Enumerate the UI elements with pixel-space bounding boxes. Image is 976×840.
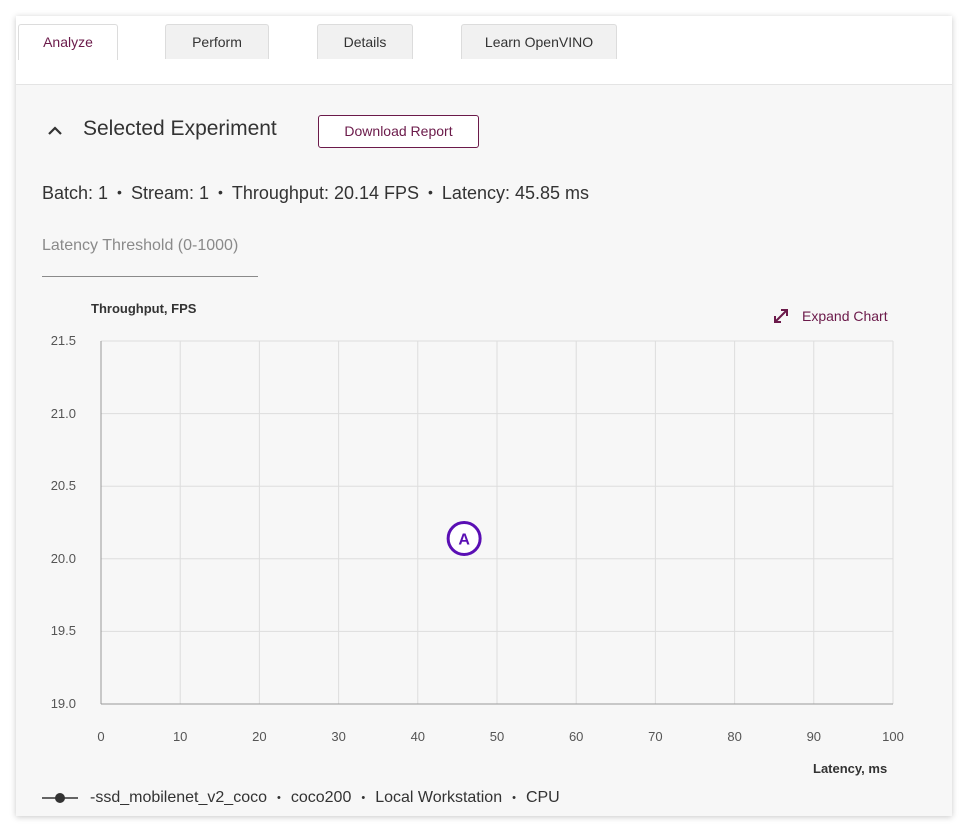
x-tick-label: 80 bbox=[727, 729, 742, 744]
x-tick-label: 50 bbox=[489, 729, 505, 744]
x-tick-label: 20 bbox=[252, 729, 267, 744]
y-tick-label: 21.0 bbox=[50, 405, 76, 421]
y-tick-label: 19.0 bbox=[50, 696, 76, 711]
y-tick-label: 21.5 bbox=[50, 333, 76, 348]
legend-target: Local Workstation bbox=[375, 789, 503, 806]
tab-bar: Analyze Perform Details Learn OpenVINO bbox=[16, 16, 952, 61]
x-tick-label: 0 bbox=[97, 729, 105, 744]
legend-dataset: coco200 bbox=[290, 789, 352, 806]
legend-separator: • bbox=[361, 792, 366, 804]
tab-learn-openvino[interactable]: Learn OpenVINO bbox=[461, 24, 617, 59]
x-tick-label: 90 bbox=[806, 729, 822, 744]
legend-line-marker-icon bbox=[42, 793, 78, 803]
tab-content-header bbox=[16, 60, 952, 85]
legend-model: ssd_mobilenet_v2_coco bbox=[95, 789, 267, 806]
x-tick-label: 30 bbox=[331, 729, 346, 744]
experiment-panel: Selected Experiment Download Report Batc… bbox=[16, 85, 952, 816]
chart-legend: - ssd_mobilenet_v2_coco • coco200 • Loca… bbox=[42, 787, 560, 809]
x-tick-label: 70 bbox=[648, 729, 663, 744]
tab-details[interactable]: Details bbox=[317, 24, 413, 59]
tab-perform[interactable]: Perform bbox=[165, 24, 269, 59]
tab-analyze[interactable]: Analyze bbox=[18, 24, 118, 61]
x-tick-label: 60 bbox=[568, 729, 584, 744]
throughput-latency-chart: A bbox=[100, 340, 894, 705]
y-tick-label: 20.0 bbox=[50, 550, 76, 566]
y-tick-label: 20.5 bbox=[50, 478, 76, 494]
data-point-label: A bbox=[458, 531, 470, 548]
legend-separator: • bbox=[512, 792, 516, 804]
x-tick-label: 100 bbox=[882, 729, 904, 744]
y-tick-label: 19.5 bbox=[50, 623, 76, 639]
legend-device: CPU bbox=[525, 789, 560, 806]
x-tick-label: 40 bbox=[410, 729, 426, 744]
chart-x-axis-title: Latency, ms bbox=[813, 761, 888, 776]
x-tick-label: 10 bbox=[172, 729, 188, 744]
legend-separator: • bbox=[277, 792, 281, 804]
analysis-card: Analyze Perform Details Learn OpenVINO S… bbox=[16, 16, 952, 816]
